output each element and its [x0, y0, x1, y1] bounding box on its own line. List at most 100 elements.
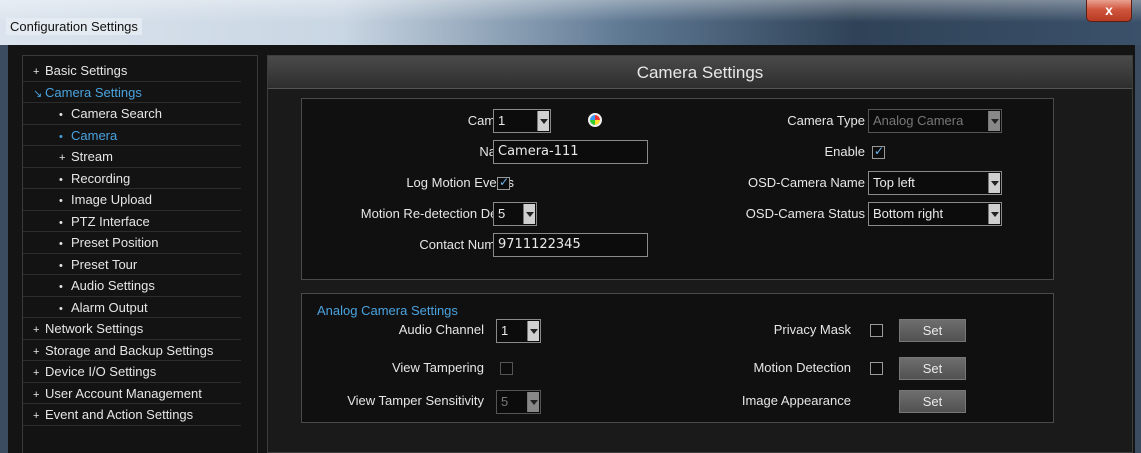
- sidebar-item-label: Camera Search: [71, 106, 163, 121]
- sidebar-item-label: Audio Settings: [71, 278, 155, 293]
- sidebar-item-preset-tour[interactable]: • Preset Tour: [23, 254, 241, 275]
- privacy-mask-set-button[interactable]: Set: [899, 319, 966, 342]
- name-input[interactable]: Camera-111: [493, 140, 648, 164]
- sidebar-item-audio-settings[interactable]: • Audio Settings: [23, 275, 241, 297]
- sidebar-item-event-and-action-settings[interactable]: + Event and Action Settings: [23, 404, 241, 426]
- sidebar-item-label: Device I/O Settings: [45, 364, 157, 379]
- osd-name-value: Top left: [873, 175, 915, 190]
- motion-delay-value: 5: [498, 206, 506, 221]
- chevron-down-icon: [988, 111, 1000, 131]
- bullet-icon: •: [59, 109, 63, 121]
- bullet-icon: •: [59, 216, 63, 229]
- osd-status-value: Bottom right: [873, 206, 944, 221]
- enable-checkbox[interactable]: [872, 144, 885, 159]
- analog-group-title: Analog Camera Settings: [317, 303, 458, 318]
- audio-channel-select[interactable]: 1: [496, 319, 541, 343]
- privacy-mask-checkbox[interactable]: [870, 324, 883, 337]
- osd-status-label: OSD-Camera Status: [745, 206, 865, 221]
- sidebar-item-camera-search[interactable]: • Camera Search: [23, 103, 241, 125]
- sidebar-item-preset-position[interactable]: • Preset Position: [23, 232, 241, 254]
- expand-icon: +: [33, 66, 40, 78]
- sidebar-item-label: Camera Settings: [45, 84, 142, 100]
- sidebar-item-label: Alarm Output: [71, 299, 148, 315]
- privacy-mask-label: Privacy Mask: [773, 322, 851, 337]
- sidebar-item-label: Preset Tour: [71, 256, 138, 272]
- chevron-down-icon: [523, 204, 535, 224]
- chevron-down-icon: [988, 204, 1000, 224]
- chevron-down-icon: [537, 111, 549, 131]
- motion-detection-checkbox[interactable]: [870, 362, 883, 375]
- panel-header: Camera Settings: [268, 56, 1132, 89]
- sidebar-item-label: Recording: [71, 170, 131, 186]
- collapse-icon: ↘: [33, 87, 43, 100]
- bullet-icon: •: [59, 259, 63, 272]
- osd-name-label: OSD-Camera Name: [747, 175, 865, 190]
- chevron-down-icon: [527, 321, 539, 341]
- expand-icon: +: [33, 345, 40, 358]
- sidebar-item-basic-settings[interactable]: + Basic Settings: [23, 60, 241, 82]
- sidebar-item-storage-and-backup-settings[interactable]: + Storage and Backup Settings: [23, 340, 241, 361]
- log-motion-checkbox[interactable]: [497, 175, 510, 190]
- sidebar-item-label: Camera: [71, 127, 118, 143]
- sidebar-item-ptz-interface[interactable]: • PTZ Interface: [23, 211, 241, 232]
- sidebar-item-user-account-management[interactable]: + User Account Management: [23, 383, 241, 404]
- sidebar-item-label: Network Settings: [45, 321, 144, 336]
- close-button[interactable]: x: [1086, 0, 1132, 22]
- sidebar-item-label: Event and Action Settings: [45, 407, 194, 422]
- tamper-sensitivity-label: View Tamper Sensitivity: [347, 393, 484, 408]
- audio-channel-label: Audio Channel: [398, 322, 484, 337]
- audio-channel-value: 1: [501, 323, 509, 338]
- sidebar-item-alarm-output[interactable]: • Alarm Output: [23, 297, 241, 318]
- chevron-down-icon: [527, 392, 539, 412]
- sidebar-item-image-upload[interactable]: • Image Upload: [23, 189, 241, 211]
- bullet-icon: •: [59, 281, 63, 293]
- view-tampering-checkbox[interactable]: [500, 362, 513, 375]
- camera-settings-panel: Camera Settings Camera 1 Name Camera-111…: [267, 55, 1133, 453]
- camera-type-select: Analog Camera: [868, 109, 1002, 133]
- title-bar: Configuration Settings: [0, 0, 1141, 45]
- motion-detection-label: Motion Detection: [753, 360, 851, 375]
- expand-icon: +: [33, 410, 40, 422]
- sidebar-item-camera-settings[interactable]: ↘ Camera Settings: [23, 82, 241, 103]
- sidebar-item-label: PTZ Interface: [71, 213, 150, 229]
- expand-icon: +: [59, 152, 66, 164]
- window-title: Configuration Settings: [6, 18, 142, 35]
- tamper-sensitivity-select: 5: [496, 390, 541, 414]
- sidebar-item-network-settings[interactable]: + Network Settings: [23, 318, 241, 340]
- bullet-icon: •: [59, 173, 63, 186]
- osd-status-select[interactable]: Bottom right: [868, 202, 1002, 226]
- camera-select[interactable]: 1: [493, 109, 551, 133]
- color-palette-icon[interactable]: [588, 113, 602, 127]
- image-appearance-set-button[interactable]: Set: [899, 390, 966, 413]
- enable-label: Enable: [824, 144, 865, 159]
- bullet-icon: •: [59, 302, 63, 315]
- bullet-icon: •: [59, 130, 63, 143]
- image-appearance-label: Image Appearance: [741, 393, 851, 408]
- osd-name-select[interactable]: Top left: [868, 171, 1002, 195]
- sidebar-item-label: User Account Management: [45, 385, 202, 401]
- expand-icon: +: [33, 324, 40, 336]
- sidebar-item-label: Image Upload: [71, 192, 152, 207]
- bullet-icon: •: [59, 195, 63, 207]
- bullet-icon: •: [59, 238, 63, 250]
- sidebar-item-label: Stream: [71, 149, 113, 164]
- camera-type-value: Analog Camera: [873, 113, 964, 128]
- camera-select-value: 1: [498, 113, 506, 128]
- contact-number-input[interactable]: 9711122345: [493, 233, 648, 257]
- expand-icon: +: [33, 367, 40, 379]
- view-tampering-label: View Tampering: [391, 360, 484, 375]
- motion-delay-select[interactable]: 5: [493, 202, 537, 226]
- motion-detection-set-button[interactable]: Set: [899, 357, 966, 380]
- expand-icon: +: [33, 388, 40, 401]
- camera-group: Camera 1 Name Camera-111 Log Motion Even…: [301, 98, 1054, 280]
- tamper-sensitivity-value: 5: [501, 394, 509, 409]
- sidebar-item-device-i-o-settings[interactable]: + Device I/O Settings: [23, 361, 241, 383]
- sidebar-item-label: Basic Settings: [45, 63, 128, 78]
- sidebar-item-recording[interactable]: • Recording: [23, 168, 241, 189]
- chevron-down-icon: [988, 173, 1000, 193]
- sidebar-item-camera[interactable]: • Camera: [23, 125, 241, 146]
- camera-type-label: Camera Type: [787, 113, 865, 128]
- sidebar-item-stream[interactable]: + Stream: [23, 146, 241, 168]
- sidebar-nav: + Basic Settings ↘ Camera Settings • Camera S…: [22, 55, 258, 453]
- sidebar-item-label: Storage and Backup Settings: [45, 342, 214, 358]
